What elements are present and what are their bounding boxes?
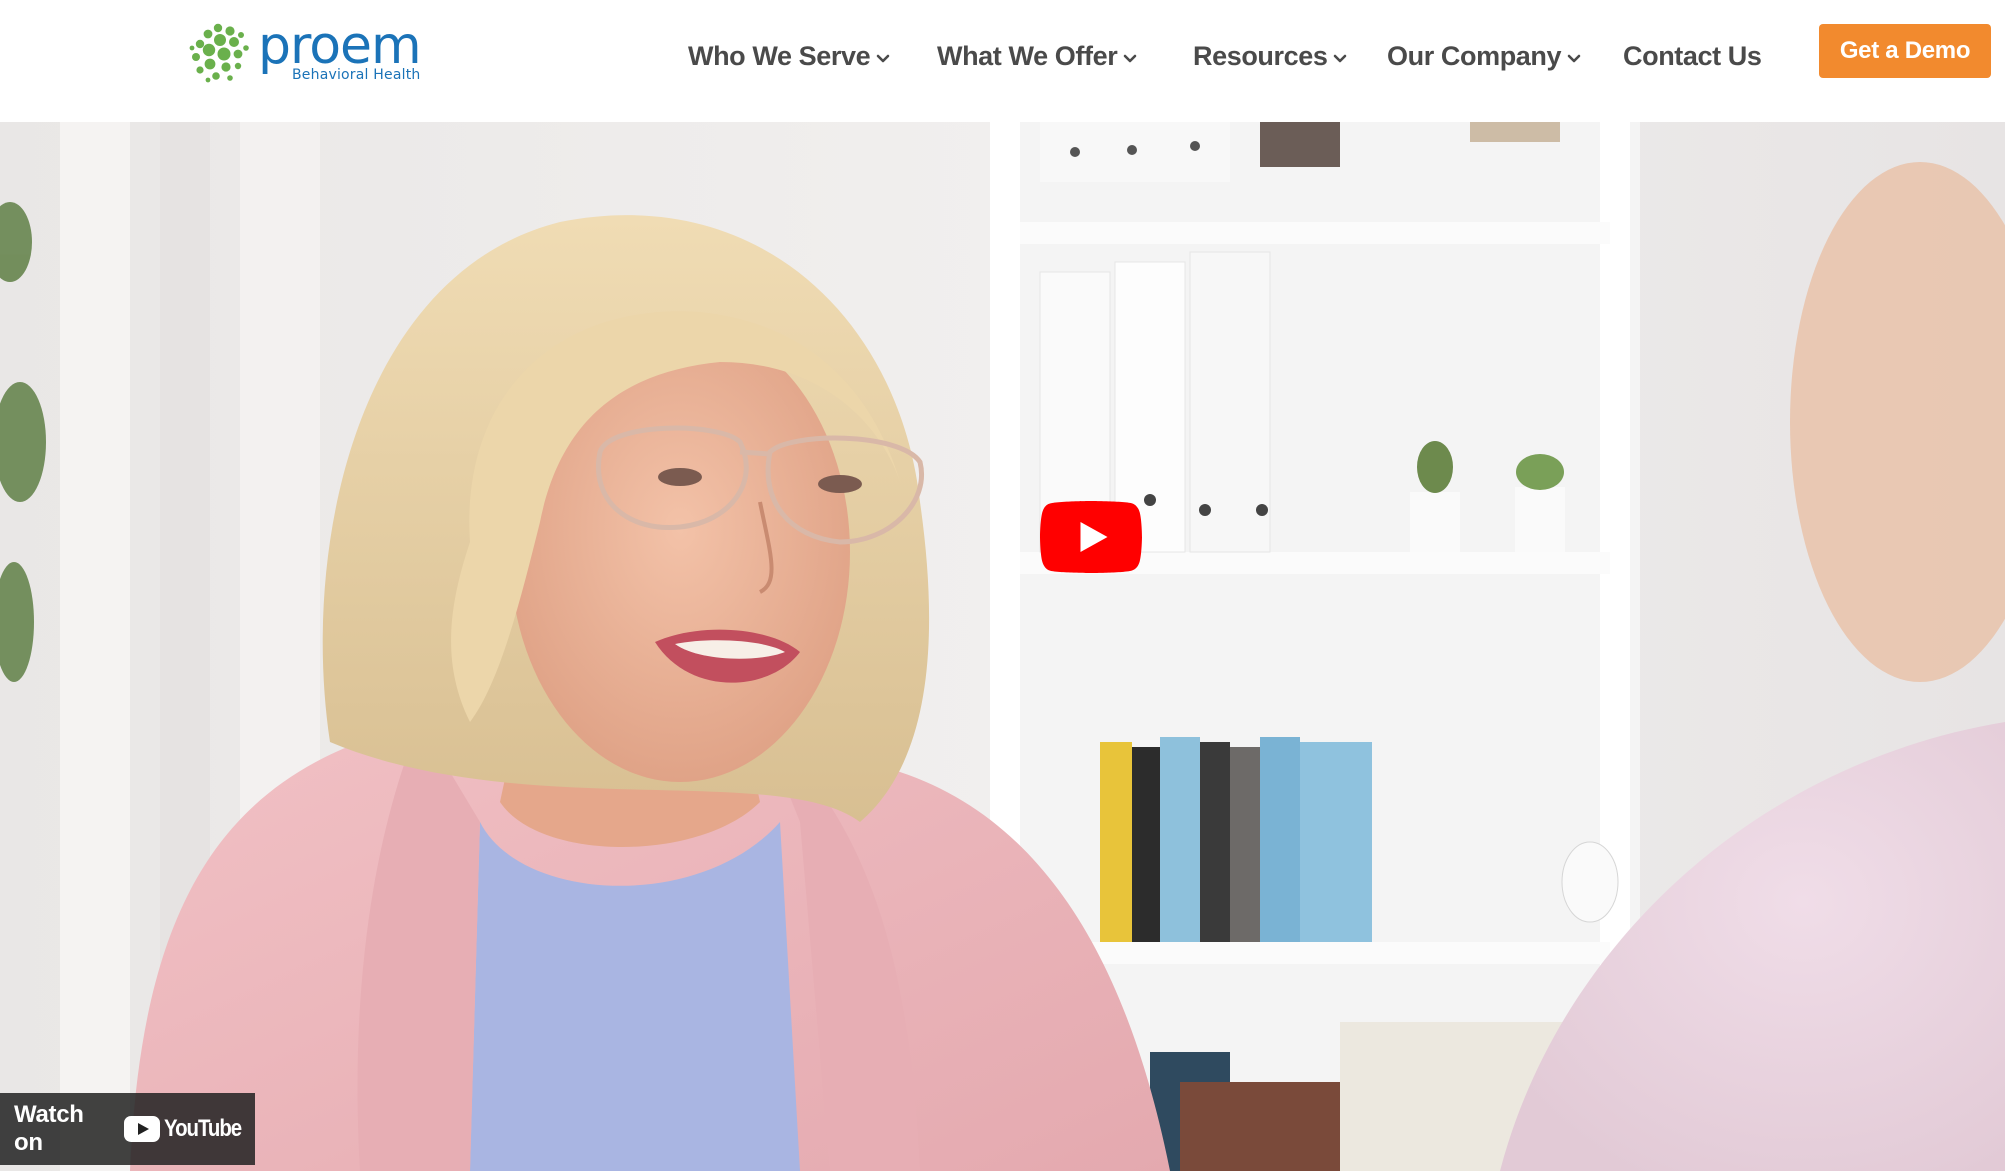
nav-item-resources[interactable]: Resources	[1193, 36, 1347, 76]
site-header: proem Behavioral Health Who We Serve Wha…	[0, 0, 2005, 122]
nav-item-label: Resources	[1193, 40, 1328, 71]
chevron-down-icon	[1124, 54, 1137, 63]
get-a-demo-button[interactable]: Get a Demo	[1819, 24, 1991, 78]
nav-item-label: Who We Serve	[688, 40, 871, 71]
nav-item-who-we-serve[interactable]: Who We Serve	[688, 36, 890, 76]
chevron-down-icon	[1567, 54, 1581, 63]
watch-on-youtube-link[interactable]: Watch on YouTube	[0, 1093, 255, 1165]
youtube-logo: YouTube	[124, 1115, 255, 1143]
nav-item-label: What We Offer	[937, 40, 1118, 71]
nav-item-label: Contact Us	[1623, 40, 1762, 71]
youtube-play-icon[interactable]	[1040, 501, 1142, 573]
nav-item-contact-us[interactable]: Contact Us	[1623, 36, 1762, 76]
chevron-down-icon	[876, 54, 890, 63]
nav-item-our-company[interactable]: Our Company	[1387, 36, 1581, 76]
nav-item-label: Our Company	[1387, 40, 1562, 71]
video-thumbnail	[0, 122, 2005, 1171]
logo-tagline: Behavioral Health	[292, 67, 421, 83]
nav-item-what-we-offer[interactable]: What We Offer	[937, 36, 1137, 76]
cluster-dots-logo-icon	[189, 23, 249, 83]
video-embed[interactable]: Watch on YouTube	[0, 122, 2005, 1171]
logo-link[interactable]: proem Behavioral Health	[188, 16, 428, 86]
watch-on-label: Watch on	[14, 1101, 84, 1156]
youtube-logo-icon	[124, 1116, 161, 1142]
youtube-wordmark: YouTube	[164, 1115, 242, 1142]
chevron-down-icon	[1334, 54, 1347, 63]
